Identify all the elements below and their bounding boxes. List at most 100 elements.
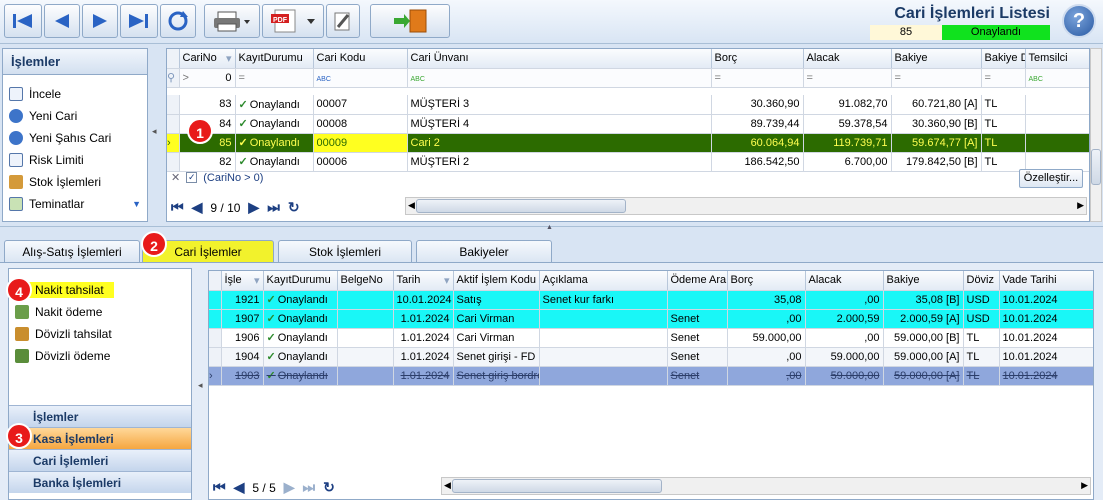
scroll-down-icon[interactable]: ▼ [132,199,141,209]
table-row[interactable]: 1904 ✓ Onaylandı 1.01.2024 Senet girişi - … [209,347,1093,367]
settings-tool-button[interactable] [326,4,360,38]
exit-button[interactable] [370,4,450,38]
group-islemler[interactable]: İşlemler [9,405,191,427]
tab-bakiyeler[interactable]: Bakiyeler [416,240,552,262]
scroll-thumb[interactable] [1091,149,1101,185]
filter-cell[interactable]: ABC [407,68,712,88]
col-header-kayitdurumu[interactable]: KayıtDurumu [263,271,338,291]
scroll-right-icon[interactable]: ▶ [1077,200,1084,211]
col-header-borc[interactable]: Borç [711,49,804,69]
filter-cell[interactable]: ABC [313,68,408,88]
scroll-left-icon[interactable]: ◀ [444,480,451,491]
menu-item-yeni-cari[interactable]: Yeni Cari [3,105,147,127]
pdf-export-button[interactable]: PDF [262,4,324,38]
refresh-icon[interactable]: ↻ [323,479,335,496]
menu-item-incele[interactable]: İncele [3,83,147,105]
prev-page-icon[interactable]: ◀ [234,479,245,496]
customize-button[interactable]: Özelleştir... [1019,169,1083,188]
horizontal-scrollbar[interactable]: ◀ ▶ [405,197,1087,215]
col-header-vade-tarihi[interactable]: Vade Tarihi [999,271,1093,291]
filter-cell[interactable]: = [803,68,892,88]
table-row[interactable]: 1921 ✓ Onaylandı 10.01.2024 Satış Senet kur… [209,290,1093,310]
col-header-aciklama[interactable]: Açıklama [539,271,668,291]
table-row-selected[interactable]: › 1903 ✓ Onaylandı 1.01.2024 Senet giriş bo… [209,366,1093,386]
col-header-alacak[interactable]: Alacak [803,49,892,69]
menu-item-yeni-sahis-cari[interactable]: Yeni Şahıs Cari [3,127,147,149]
filter-cell-carino[interactable]: >0 [179,68,236,88]
col-header-odeme-araci[interactable]: Ödeme Araı [667,271,728,291]
col-header-bakiye-d[interactable]: Bakiye D [981,49,1026,69]
table-row[interactable]: 82 ✓ Onaylandı 00006 MÜŞTERİ 2 186.542,50 6… [167,152,1089,172]
first-record-button[interactable] [4,4,42,38]
first-page-icon[interactable]: ⏮ [213,479,226,496]
menu-item-dovizli-tahsilat[interactable]: Dövizli tahsilat [9,323,191,345]
collapse-panel-icon[interactable]: ◂ [152,126,157,137]
filter-cell[interactable]: = [981,68,1026,88]
check-icon: ✓ [266,332,276,344]
filter-checkbox[interactable]: ✓ [186,172,198,183]
col-header-kayitdurumu[interactable]: KayıtDurumu [235,49,314,69]
col-header-belgeno[interactable]: BelgeNo [337,271,394,291]
filter-row[interactable]: ⚲ >0 = ABC ABC = = = = ABC [167,68,1089,88]
menu-item-risk-limiti[interactable]: Risk Limiti [3,149,147,171]
prev-record-button[interactable] [44,4,80,38]
clear-filter-icon[interactable]: ✕ [171,171,180,184]
horizontal-scrollbar[interactable]: ◀ ▶ [441,477,1091,495]
col-header-bakiye[interactable]: Bakiye [883,271,964,291]
col-header-aktif-islem-kodu[interactable]: Aktif İşlem Kodu [453,271,540,291]
menu-item-stok-islemleri[interactable]: Stok İşlemleri [3,171,147,193]
next-record-button[interactable] [82,4,118,38]
last-page-icon[interactable]: ⏭ [303,479,316,496]
group-kasa-islemleri[interactable]: Kasa İşlemleri [9,427,191,449]
refresh-button[interactable] [160,4,196,38]
col-header-tarih[interactable]: Tarih ▾ [393,271,454,291]
vertical-scrollbar[interactable] [1090,48,1102,222]
last-record-button[interactable] [120,4,158,38]
col-header-temsilci[interactable]: Temsilci [1025,49,1089,69]
menu-item-nakit-tahsilat[interactable]: Nakit tahsilat [9,279,191,301]
filter-cell[interactable]: = [891,68,982,88]
menu-item-label: Nakit ödeme [35,305,103,319]
scroll-thumb[interactable] [452,479,662,493]
collapse-panel-icon[interactable]: ◂ [198,380,203,391]
menu-item-nakit-odeme[interactable]: Nakit ödeme [9,301,191,323]
first-page-icon[interactable]: ⏮ [171,199,184,216]
col-header-isle[interactable]: İşle ▾ [221,271,264,291]
filter-text: (CariNo > 0) [203,171,264,184]
table-row-selected[interactable]: › 85 ✓ Onaylandı 00009 Cari 2 60.064,94 119.… [167,133,1089,153]
next-page-icon[interactable]: ▶ [248,199,259,216]
menu-item-teminatlar[interactable]: Teminatlar ▼ [3,193,147,215]
current-row-icon: › [209,366,222,386]
last-page-icon[interactable]: ⏭ [267,199,280,216]
filter-cell[interactable]: = [711,68,804,88]
group-cari-islemleri[interactable]: Cari İşlemleri [9,449,191,471]
scroll-thumb[interactable] [416,199,626,213]
check-icon: ✓ [238,118,248,130]
table-row[interactable]: 1906 ✓ Onaylandı 1.01.2024 Cari Virman Sene… [209,328,1093,348]
prev-page-icon[interactable]: ◀ [192,199,203,216]
tab-stok-islemleri[interactable]: Stok İşlemleri [278,240,412,262]
menu-item-dovizli-odeme[interactable]: Dövizli ödeme [9,345,191,367]
tab-alis-satis[interactable]: Alış-Satış İşlemleri [4,240,140,262]
col-header-doviz[interactable]: Döviz [963,271,1000,291]
table-row[interactable]: 84 ✓ Onaylandı 00008 MÜŞTERİ 4 89.739,44 59… [167,114,1089,134]
scroll-right-icon[interactable]: ▶ [1081,480,1088,491]
table-row[interactable]: 83 ✓ Onaylandı 00007 MÜŞTERİ 3 30.360,90 91… [167,95,1089,115]
col-header-carino[interactable]: CariNo ▾ [179,49,236,69]
table-row[interactable]: 1907 ✓ Onaylandı 1.01.2024 Cari Virman Sene… [209,309,1093,329]
col-header-cari-unvani[interactable]: Cari Ünvanı [407,49,712,69]
print-button[interactable] [204,4,260,38]
refresh-icon[interactable]: ↻ [288,199,300,216]
group-banka-islemleri[interactable]: Banka İşlemleri [9,471,191,493]
next-icon [93,14,107,28]
filter-cell[interactable]: = [235,68,314,88]
filter-cell[interactable]: ABC [1025,68,1089,88]
splitter-arrow-icon[interactable]: ▲ [546,224,553,231]
scroll-left-icon[interactable]: ◀ [408,200,415,211]
col-header-cari-kodu[interactable]: Cari Kodu [313,49,408,69]
help-button[interactable]: ? [1062,4,1096,38]
col-header-borc[interactable]: Borç [727,271,806,291]
next-page-icon[interactable]: ▶ [284,479,295,496]
col-header-alacak[interactable]: Alacak [805,271,884,291]
col-header-bakiye[interactable]: Bakiye [891,49,982,69]
